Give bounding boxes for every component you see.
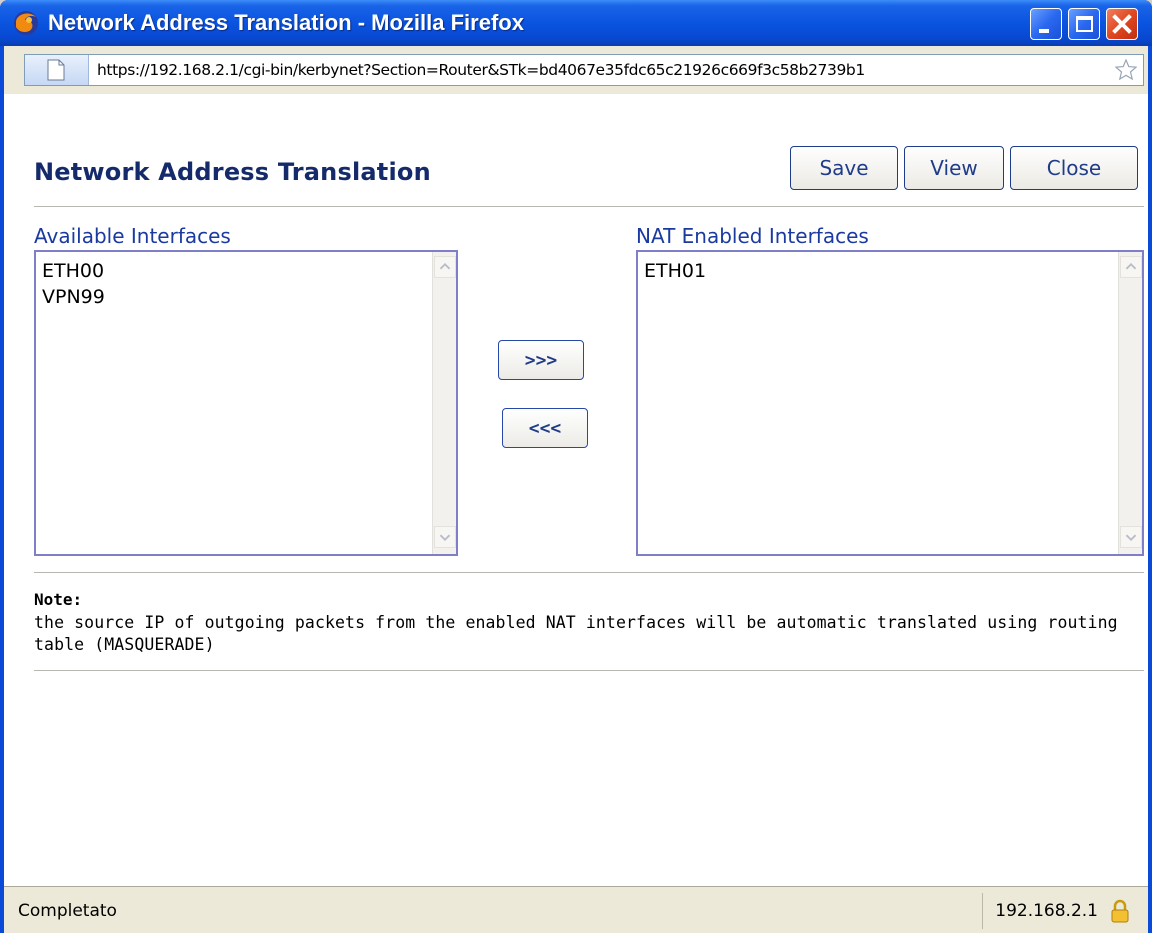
list-item[interactable]: ETH01	[644, 258, 706, 284]
scroll-up-button[interactable]	[434, 256, 456, 278]
firefox-icon	[14, 11, 38, 35]
close-window-button[interactable]	[1106, 8, 1138, 40]
scroll-down-button[interactable]	[434, 526, 456, 548]
divider	[34, 572, 1144, 573]
scroll-down-icon	[1125, 534, 1137, 542]
status-text: Completato	[18, 901, 117, 921]
divider	[34, 670, 1144, 671]
lock-icon[interactable]	[1110, 899, 1130, 923]
scroll-up-icon	[1125, 262, 1137, 270]
window-title: Network Address Translation - Mozilla Fi…	[48, 10, 524, 35]
minimize-button[interactable]	[1030, 8, 1062, 40]
page-content: Network Address Translation Save View Cl…	[4, 94, 1148, 886]
view-button[interactable]: View	[904, 146, 1004, 190]
list-item[interactable]: VPN99	[42, 284, 105, 310]
url-text: https://192.168.2.1/cgi-bin/kerbynet?Sec…	[97, 61, 865, 79]
maximize-icon	[1076, 16, 1093, 32]
note-label: Note:	[34, 590, 83, 609]
maximize-button[interactable]	[1068, 8, 1100, 40]
close-icon	[1112, 14, 1132, 34]
divider	[34, 206, 1144, 207]
add-interface-button[interactable]: >>>	[498, 340, 584, 380]
status-host[interactable]: 192.168.2.1	[982, 893, 1138, 929]
scroll-up-button[interactable]	[1120, 256, 1142, 278]
nat-enabled-interfaces-list[interactable]: ETH01	[636, 250, 1144, 556]
scrollbar[interactable]	[432, 252, 456, 554]
page-icon	[47, 59, 65, 81]
title-bar: Network Address Translation - Mozilla Fi…	[0, 0, 1152, 46]
address-bar: https://192.168.2.1/cgi-bin/kerbynet?Sec…	[4, 46, 1148, 94]
scrollbar[interactable]	[1118, 252, 1142, 554]
site-identity-button[interactable]	[25, 55, 89, 85]
status-host-text: 192.168.2.1	[995, 901, 1098, 921]
status-bar: Completato 192.168.2.1	[4, 886, 1148, 933]
browser-window: Network Address Translation - Mozilla Fi…	[0, 0, 1152, 933]
scroll-up-icon	[439, 262, 451, 270]
minimize-icon	[1039, 29, 1049, 33]
available-interfaces-label: Available Interfaces	[34, 224, 231, 248]
available-interfaces-list[interactable]: ETH00 VPN99	[34, 250, 458, 556]
star-icon[interactable]	[1115, 59, 1137, 81]
scroll-down-icon	[439, 534, 451, 542]
page-title: Network Address Translation	[34, 158, 431, 186]
list-item[interactable]: ETH00	[42, 258, 105, 284]
note-text: the source IP of outgoing packets from t…	[34, 613, 1118, 654]
save-button[interactable]: Save	[790, 146, 898, 190]
close-button[interactable]: Close	[1010, 146, 1138, 190]
scroll-down-button[interactable]	[1120, 526, 1142, 548]
url-field[interactable]: https://192.168.2.1/cgi-bin/kerbynet?Sec…	[24, 54, 1144, 86]
nat-enabled-interfaces-label: NAT Enabled Interfaces	[636, 224, 869, 248]
remove-interface-button[interactable]: <<<	[502, 408, 588, 448]
